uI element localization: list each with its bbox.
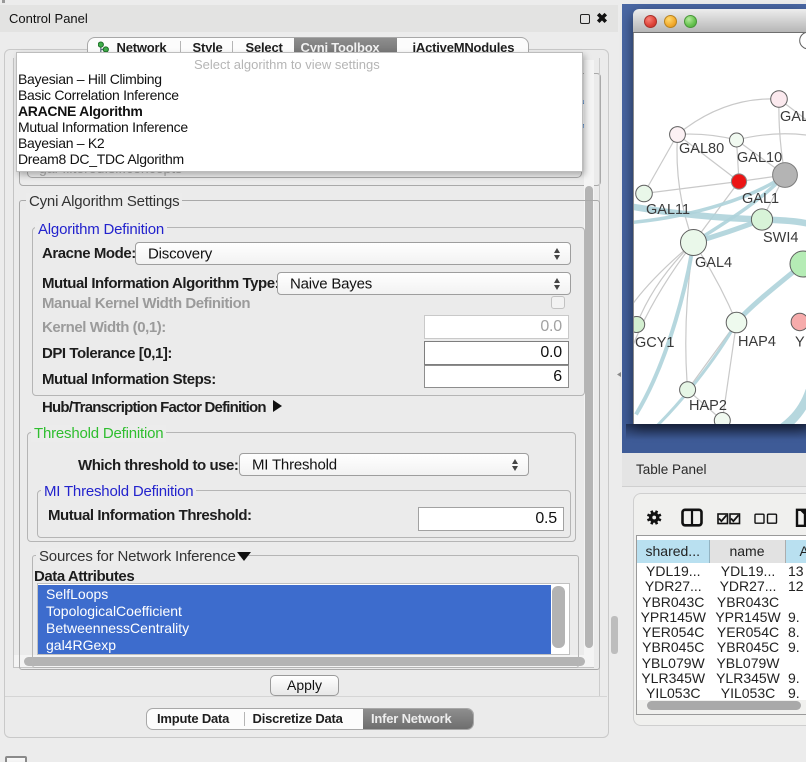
svg-text:GAL11: GAL11 bbox=[646, 202, 690, 218]
svg-text:Y: Y bbox=[795, 335, 805, 351]
svg-text:GAL1: GAL1 bbox=[742, 191, 779, 207]
svg-text:GAL80: GAL80 bbox=[679, 141, 724, 157]
svg-text:SWI4: SWI4 bbox=[763, 230, 798, 246]
svg-text:HAP4: HAP4 bbox=[738, 334, 776, 350]
svg-text:GAL4: GAL4 bbox=[695, 255, 732, 271]
svg-text:GCY1: GCY1 bbox=[635, 335, 675, 351]
svg-text:GAL7: GAL7 bbox=[780, 109, 806, 125]
svg-text:HAP2: HAP2 bbox=[689, 398, 727, 414]
svg-text:GAL10: GAL10 bbox=[737, 150, 782, 166]
